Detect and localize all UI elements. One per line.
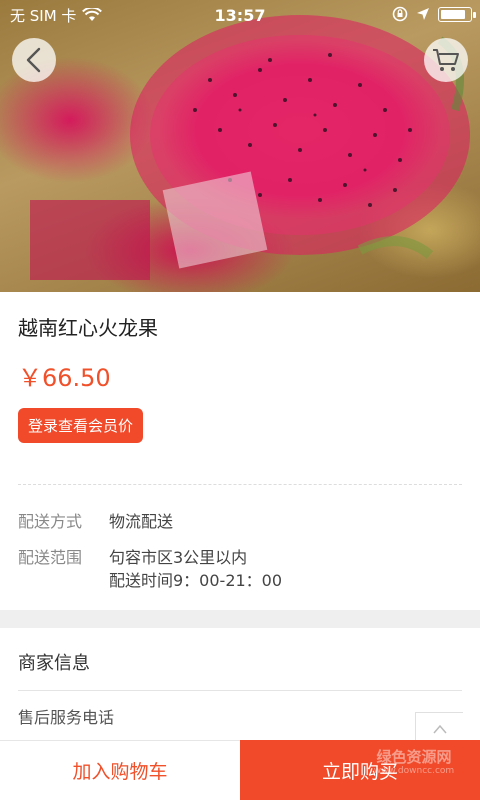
watermark-text: 绿色资源网 <box>376 748 452 766</box>
battery-icon <box>438 6 476 22</box>
delivery-range-value: 句容市区3公里以内 <box>109 548 248 567</box>
battery-fill <box>441 9 465 19</box>
member-price-login-button[interactable]: 登录查看会员价 <box>18 408 144 443</box>
product-info-panel: 越南红心火龙果 ￥66.50 登录查看会员价 配送方式 物流配送 配送范围 句容… <box>0 292 480 610</box>
shopping-cart-icon <box>433 49 459 71</box>
chevron-left-icon <box>26 47 41 73</box>
scroll-top-handle[interactable] <box>415 712 463 742</box>
dragon-fruit-illustration <box>30 15 470 280</box>
product-title: 越南红心火龙果 <box>18 316 158 340</box>
back-button[interactable] <box>12 38 56 82</box>
delivery-time-value: 配送时间9：00-21：00 <box>109 571 283 590</box>
product-price: ￥66.50 <box>18 364 111 392</box>
after-sale-phone-label: 售后服务电话 <box>18 708 115 727</box>
chevron-up-icon <box>433 724 447 734</box>
add-to-cart-button[interactable]: 加入购物车 <box>0 740 240 800</box>
delivery-method-value: 物流配送 <box>109 512 174 531</box>
delivery-method-label: 配送方式 <box>18 512 83 531</box>
watermark-url: www.downcc.com <box>373 766 455 776</box>
status-bar: 无 SIM 卡 13:57 <box>0 0 480 30</box>
merchant-divider <box>18 690 462 691</box>
location-arrow-icon <box>417 8 429 20</box>
dashed-divider <box>18 484 462 485</box>
product-image <box>0 0 480 292</box>
watermark: 绿色资源网 www.downcc.com <box>355 748 473 776</box>
merchant-info-title: 商家信息 <box>18 653 90 674</box>
rotation-lock-icon <box>392 6 408 22</box>
delivery-range-label: 配送范围 <box>18 548 83 567</box>
section-gap <box>0 610 480 628</box>
cart-button[interactable] <box>424 38 468 82</box>
